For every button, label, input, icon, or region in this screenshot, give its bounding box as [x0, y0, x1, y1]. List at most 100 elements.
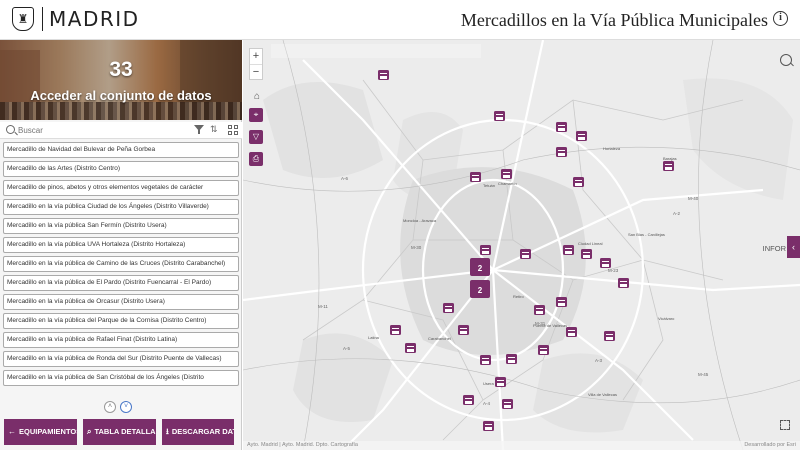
road-label: M-45 — [698, 372, 709, 377]
place-label: Chamartín — [498, 181, 517, 186]
road-label: A-6 — [341, 176, 349, 181]
market-marker[interactable] — [483, 421, 494, 431]
list-item[interactable]: Mercadillo en la vía pública de Rafael F… — [3, 332, 239, 348]
info-icon[interactable]: i — [773, 11, 788, 26]
map-attribution: Ayto. Madrid | Ayto. Madrid. Dpto. Carto… — [243, 441, 800, 450]
market-marker[interactable] — [502, 399, 513, 409]
search-input[interactable] — [18, 123, 188, 137]
market-marker[interactable] — [480, 245, 491, 255]
market-marker[interactable] — [556, 147, 567, 157]
list-item[interactable]: Mercadillo en la vía pública Ciudad de l… — [3, 199, 239, 215]
download-data-button[interactable]: ⭳DESCARGAR DATOS — [162, 419, 234, 445]
download-icon: ⭳ — [166, 427, 169, 436]
road-label: A-5 — [343, 346, 351, 351]
equipamientos-button[interactable]: ← EQUIPAMIENTOS — [4, 419, 77, 445]
market-marker[interactable] — [458, 325, 469, 335]
detailed-table-button[interactable]: ⌕TABLA DETALLADA — [83, 419, 156, 445]
market-marker[interactable] — [600, 258, 611, 268]
madrid-crest-icon: ♜ — [12, 7, 34, 31]
place-label: Villa de Vallecas — [588, 392, 617, 397]
market-marker[interactable] — [566, 327, 577, 337]
cluster-count: 2 — [478, 264, 483, 273]
market-marker[interactable] — [581, 249, 592, 259]
map-search-overlay[interactable] — [271, 44, 481, 58]
market-marker[interactable] — [501, 169, 512, 179]
list-item[interactable]: Mercadillo en la vía pública de Camino d… — [3, 256, 239, 272]
list-item[interactable]: Mercadillo en la vía pública del Parque … — [3, 313, 239, 329]
header: ♜ MADRID Mercadillos en la Vía Pública M… — [0, 0, 800, 40]
cluster-marker[interactable]: 2 — [470, 258, 490, 276]
place-label: Ciudad Lineal — [578, 241, 603, 246]
market-marker[interactable] — [494, 111, 505, 121]
zoom-controls: + − — [249, 48, 263, 80]
market-marker[interactable] — [563, 245, 574, 255]
place-label: Latina — [368, 335, 380, 340]
print-icon[interactable]: ⎙ — [249, 152, 263, 166]
page-up-button[interactable]: ˄ — [104, 401, 116, 413]
market-marker[interactable] — [443, 303, 454, 313]
list-item[interactable]: Mercadillo de las Artes (Distrito Centro… — [3, 161, 239, 177]
search-icon: ⌕ — [87, 427, 92, 436]
attribution-text: Ayto. Madrid | Ayto. Madrid. Dpto. Carto… — [247, 442, 358, 448]
market-marker[interactable] — [520, 249, 531, 259]
esri-credit: Desarrollado por Esri — [744, 442, 796, 448]
map-canvas: Tetuán Chamartín Moncloa - Aravaca Ciudad L… — [243, 40, 800, 450]
list-item[interactable]: Mercadillo en la vía pública San Fermín … — [3, 218, 239, 234]
home-icon[interactable]: ⌂ — [250, 90, 264, 104]
place-label: Usera — [483, 381, 494, 386]
place-label: Vicálvaro — [658, 316, 675, 321]
list-tools: ⇅ — [193, 124, 238, 135]
road-label: A-4 — [483, 401, 491, 406]
list-item[interactable]: Mercadillo en la vía pública de San Cris… — [3, 370, 239, 386]
banner-image: 33 Acceder al conjunto de datos — [0, 40, 242, 120]
market-marker[interactable] — [576, 131, 587, 141]
road-label: A-2 — [673, 211, 681, 216]
market-marker[interactable] — [618, 278, 629, 288]
road-label: A-3 — [595, 358, 603, 363]
zoom-in-button[interactable]: + — [250, 49, 262, 64]
list-item[interactable]: Mercadillo en la vía pública UVA Hortale… — [3, 237, 239, 253]
list-item[interactable]: Mercadillo en la vía pública de Ronda de… — [3, 351, 239, 367]
list-item[interactable]: Mercadillo de pinos, abetos y otros elem… — [3, 180, 239, 196]
road-label: M-40 — [688, 196, 699, 201]
info-panel-tab[interactable]: INFOR — [763, 244, 786, 253]
page-down-button[interactable]: ˅ — [120, 401, 132, 413]
market-marker[interactable] — [538, 345, 549, 355]
market-marker[interactable] — [405, 343, 416, 353]
market-marker[interactable] — [506, 354, 517, 364]
dataset-link[interactable]: Acceder al conjunto de datos — [0, 88, 242, 103]
place-label: San Blas - Canillejas — [628, 232, 665, 237]
market-marker[interactable] — [378, 70, 389, 80]
map-view[interactable]: Tetuán Chamartín Moncloa - Aravaca Ciudad L… — [243, 40, 800, 450]
chevron-left-icon[interactable]: ‹ — [787, 236, 800, 258]
market-marker[interactable] — [556, 122, 567, 132]
zoom-out-button[interactable]: − — [250, 64, 262, 79]
market-marker[interactable] — [604, 331, 615, 341]
list-item[interactable]: Mercadillo en la vía pública de El Pardo… — [3, 275, 239, 291]
market-marker[interactable] — [390, 325, 401, 335]
madrid-logo: ♜ MADRID — [12, 7, 140, 31]
list-item[interactable]: Mercadillo en la vía pública de Orcasur … — [3, 294, 239, 310]
fullscreen-icon[interactable] — [780, 420, 790, 430]
grid-view-icon[interactable] — [227, 124, 238, 135]
sort-icon[interactable]: ⇅ — [210, 124, 221, 135]
map-search-icon[interactable] — [780, 54, 792, 66]
filter-icon[interactable] — [193, 124, 204, 135]
market-marker[interactable] — [470, 172, 481, 182]
search-icon — [6, 125, 15, 134]
app: ♜ MADRID Mercadillos en la Vía Pública M… — [0, 0, 800, 450]
market-list: Mercadillo de Navidad del Bulevar de Peñ… — [3, 142, 239, 389]
cluster-marker[interactable]: 2 — [470, 280, 490, 298]
market-marker[interactable] — [463, 395, 474, 405]
market-marker[interactable] — [495, 377, 506, 387]
market-marker[interactable] — [556, 297, 567, 307]
market-marker[interactable] — [663, 161, 674, 171]
list-item[interactable]: Mercadillo de Navidad del Bulevar de Peñ… — [3, 142, 239, 158]
market-marker[interactable] — [573, 177, 584, 187]
market-marker[interactable] — [480, 355, 491, 365]
market-marker[interactable] — [534, 305, 545, 315]
left-panel: 33 Acceder al conjunto de datos ⇅ Mercad… — [0, 40, 242, 450]
filter-icon[interactable]: ▽ — [249, 130, 263, 144]
locate-icon[interactable]: ⌖ — [249, 108, 263, 122]
record-count: 33 — [109, 58, 133, 81]
